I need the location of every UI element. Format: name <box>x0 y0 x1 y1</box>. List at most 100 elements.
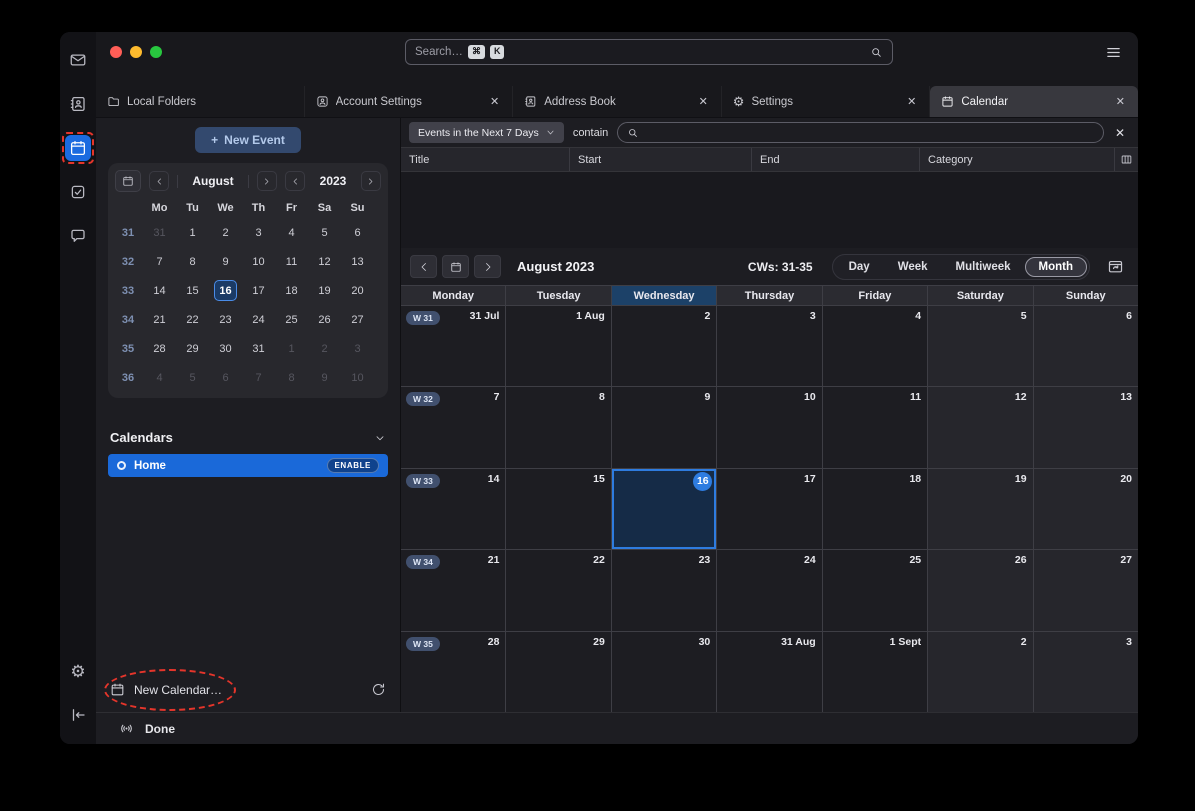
mini-cal-date[interactable]: 16 <box>209 276 242 305</box>
tab-address-book[interactable]: Address Book ✕ <box>513 86 722 117</box>
next-month-button[interactable] <box>257 171 277 191</box>
mini-cal-date[interactable]: 29 <box>176 334 209 363</box>
month-cell[interactable]: W 3131 Jul <box>401 306 505 386</box>
mini-cal-date[interactable]: 28 <box>143 334 176 363</box>
tab-account-settings[interactable]: Account Settings ✕ <box>305 86 514 117</box>
rotate-view-icon[interactable] <box>1107 258 1124 275</box>
month-cell[interactable]: 3 <box>717 306 821 386</box>
view-button-week[interactable]: Week <box>884 257 942 277</box>
mini-cal-date[interactable]: 7 <box>143 247 176 276</box>
mini-cal-date[interactable]: 3 <box>341 334 374 363</box>
column-picker-button[interactable] <box>1115 148 1138 171</box>
month-cell[interactable]: 11 <box>823 387 927 467</box>
chat-space-button[interactable] <box>65 223 91 249</box>
calendar-space-button[interactable] <box>65 135 91 161</box>
close-tab-icon[interactable]: ✕ <box>488 95 501 108</box>
new-event-button[interactable]: + New Event <box>195 127 301 153</box>
sync-icon[interactable] <box>371 682 386 697</box>
month-cell[interactable]: 19 <box>928 469 1032 549</box>
view-button-day[interactable]: Day <box>835 257 884 277</box>
month-cell[interactable]: 16 <box>612 469 716 549</box>
mini-cal-date[interactable]: 5 <box>308 218 341 247</box>
month-cell[interactable]: 30 <box>612 632 716 712</box>
event-column-header-title[interactable]: Title <box>401 148 570 171</box>
tab-settings[interactable]: ⚙ Settings ✕ <box>722 86 931 117</box>
month-cell[interactable]: 20 <box>1034 469 1138 549</box>
tab-local-folders[interactable]: Local Folders <box>96 86 305 117</box>
new-calendar-button[interactable]: New Calendar… <box>110 682 222 697</box>
today-button[interactable] <box>442 255 469 278</box>
mini-cal-date[interactable]: 27 <box>341 305 374 334</box>
mini-cal-date[interactable]: 5 <box>176 363 209 392</box>
mini-cal-date[interactable]: 31 <box>143 218 176 247</box>
mini-cal-date[interactable]: 14 <box>143 276 176 305</box>
mini-cal-date[interactable]: 9 <box>209 247 242 276</box>
mini-cal-date[interactable]: 23 <box>209 305 242 334</box>
event-column-header-start[interactable]: Start <box>570 148 752 171</box>
month-cell[interactable]: 22 <box>506 550 610 630</box>
mini-cal-date[interactable]: 7 <box>242 363 275 392</box>
mini-cal-date[interactable]: 4 <box>143 363 176 392</box>
event-search-input[interactable] <box>645 123 1094 142</box>
mini-cal-date[interactable]: 1 <box>176 218 209 247</box>
mini-cal-date[interactable]: 8 <box>176 247 209 276</box>
close-tab-icon[interactable]: ✕ <box>1114 95 1127 108</box>
mini-cal-date[interactable]: 6 <box>341 218 374 247</box>
tab-calendar[interactable]: Calendar ✕ <box>930 86 1138 117</box>
event-column-header-end[interactable]: End <box>752 148 920 171</box>
mini-cal-date[interactable]: 22 <box>176 305 209 334</box>
next-button[interactable] <box>474 255 501 278</box>
mini-cal-date[interactable]: 3 <box>242 218 275 247</box>
close-window-button[interactable] <box>110 46 122 58</box>
month-cell[interactable]: 31 Aug <box>717 632 821 712</box>
mini-cal-date[interactable]: 30 <box>209 334 242 363</box>
month-cell[interactable]: 4 <box>823 306 927 386</box>
mini-cal-date[interactable]: 17 <box>242 276 275 305</box>
view-button-month[interactable]: Month <box>1025 257 1087 277</box>
prev-button[interactable] <box>410 255 437 278</box>
month-cell[interactable]: 1 Aug <box>506 306 610 386</box>
mini-cal-date[interactable]: 11 <box>275 247 308 276</box>
mini-cal-date[interactable]: 4 <box>275 218 308 247</box>
event-search-field[interactable] <box>617 122 1104 143</box>
view-button-multiweek[interactable]: Multiweek <box>942 257 1025 277</box>
month-cell[interactable]: 18 <box>823 469 927 549</box>
collapse-sidebar-button[interactable] <box>65 702 91 728</box>
global-search-field[interactable]: Search… ⌘ K <box>405 39 893 65</box>
tasks-space-button[interactable] <box>65 179 91 205</box>
mini-cal-date[interactable]: 2 <box>209 218 242 247</box>
mini-cal-date[interactable]: 15 <box>176 276 209 305</box>
mini-cal-date[interactable]: 19 <box>308 276 341 305</box>
month-cell[interactable]: W 327 <box>401 387 505 467</box>
month-cell[interactable]: 24 <box>717 550 821 630</box>
mini-cal-today-button[interactable] <box>115 170 141 192</box>
month-cell[interactable]: 2 <box>612 306 716 386</box>
calendars-section-header[interactable]: Calendars <box>110 430 386 445</box>
settings-gear-button[interactable]: ⚙ <box>65 658 91 684</box>
month-cell[interactable]: 23 <box>612 550 716 630</box>
month-cell[interactable]: 3 <box>1034 632 1138 712</box>
mini-cal-date[interactable]: 9 <box>308 363 341 392</box>
month-cell[interactable]: 26 <box>928 550 1032 630</box>
minimize-window-button[interactable] <box>130 46 142 58</box>
prev-month-button[interactable] <box>149 171 169 191</box>
month-cell[interactable]: 29 <box>506 632 610 712</box>
month-cell[interactable]: 25 <box>823 550 927 630</box>
event-filter-dropdown[interactable]: Events in the Next 7 Days <box>409 122 564 143</box>
mini-cal-date[interactable]: 26 <box>308 305 341 334</box>
mini-cal-date[interactable]: 10 <box>341 363 374 392</box>
month-cell[interactable]: 17 <box>717 469 821 549</box>
mini-cal-date[interactable]: 25 <box>275 305 308 334</box>
month-cell[interactable]: 1 Sept <box>823 632 927 712</box>
event-column-header-category[interactable]: Category <box>920 148 1115 171</box>
next-year-button[interactable] <box>361 171 381 191</box>
mini-cal-date[interactable]: 12 <box>308 247 341 276</box>
month-cell[interactable]: 27 <box>1034 550 1138 630</box>
mini-cal-date[interactable]: 18 <box>275 276 308 305</box>
month-cell[interactable]: 12 <box>928 387 1032 467</box>
mini-cal-date[interactable]: 10 <box>242 247 275 276</box>
mini-cal-date[interactable]: 20 <box>341 276 374 305</box>
mini-cal-date[interactable]: 21 <box>143 305 176 334</box>
month-cell[interactable]: 10 <box>717 387 821 467</box>
month-cell[interactable]: 9 <box>612 387 716 467</box>
